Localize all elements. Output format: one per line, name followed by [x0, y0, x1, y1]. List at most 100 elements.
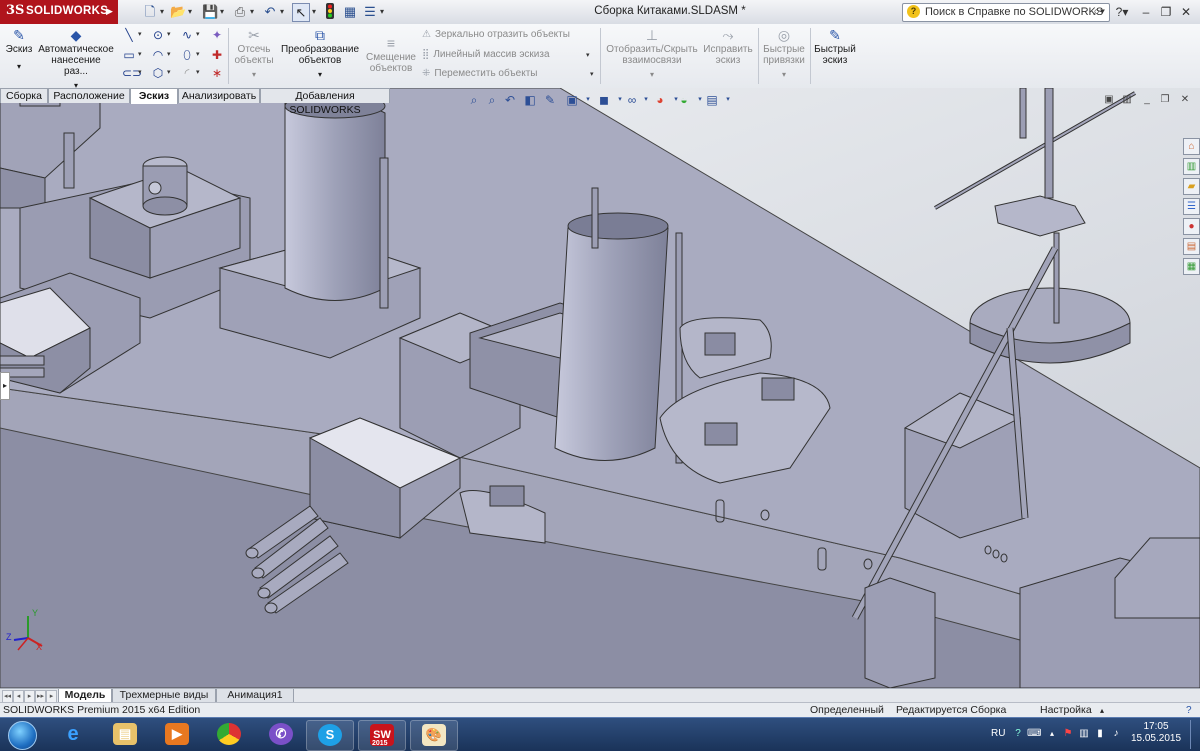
chevron-down-icon[interactable]: ▾ — [278, 3, 286, 20]
chevron-down-icon[interactable]: ▾ — [760, 69, 808, 80]
rebuild-traffic-light-icon[interactable] — [324, 3, 336, 20]
ellipse-icon[interactable]: ⬯ — [180, 48, 194, 62]
view-orientation-icon[interactable]: ▣ — [564, 92, 580, 108]
viewport-close-icon[interactable]: ✕ — [1178, 94, 1192, 106]
tab-animation[interactable]: Анимация1 — [216, 689, 294, 703]
viewport-tile-icon[interactable]: ▥ — [1120, 94, 1134, 106]
solidworks-forum-icon[interactable]: ▦ — [1183, 258, 1200, 275]
chevron-down-icon[interactable]: ▾ — [604, 69, 700, 80]
chevron-down-icon[interactable]: ▾ — [580, 92, 596, 108]
chrome-app[interactable] — [206, 720, 252, 749]
custom-properties-icon[interactable]: ▤ — [1183, 238, 1200, 255]
battery-icon[interactable]: ▮ — [1093, 727, 1107, 741]
chevron-down-icon[interactable]: ▾ — [167, 28, 175, 42]
section-view-icon[interactable]: ◧ — [522, 92, 538, 108]
quick-snaps-button[interactable]: ◎ Быстрые привязки ▾ — [760, 26, 808, 80]
viewport-minimize-icon[interactable]: ▣ — [1102, 94, 1116, 106]
chevron-down-icon[interactable]: ▾ — [196, 28, 204, 42]
view-settings-icon[interactable]: ▤ — [704, 92, 720, 108]
network-icon[interactable]: ▥ — [1077, 727, 1091, 741]
show-desktop-button[interactable] — [1190, 720, 1200, 749]
display-style-icon[interactable]: ◼ — [596, 92, 612, 108]
media-player-app[interactable]: ▶ — [154, 720, 200, 749]
point-icon[interactable]: ∗ — [210, 66, 224, 80]
convert-entities-button[interactable]: ⧉ Преобразование объектов ▾ — [280, 26, 360, 80]
help-search-input[interactable]: ? Поиск в Справке по SOLIDWORKS ⌕▾ — [902, 3, 1110, 22]
start-button[interactable] — [2, 719, 42, 750]
line-icon[interactable]: ╲ — [122, 28, 136, 42]
chevron-down-icon[interactable]: ▾ — [2, 61, 36, 72]
open-folder-icon[interactable]: 📂 — [170, 3, 186, 20]
chevron-down-icon[interactable]: ▾ — [138, 28, 146, 42]
tab-addins[interactable]: Добавления SOLIDWORKS — [260, 88, 390, 116]
tab-sketch[interactable]: Эскиз — [130, 88, 178, 104]
internet-explorer-app[interactable]: e — [50, 720, 96, 749]
offset-entities-button[interactable]: ≡ Смещение объектов — [364, 34, 418, 74]
close-button[interactable]: ✕ — [1176, 4, 1196, 20]
apply-scene-icon[interactable]: ◒ — [676, 92, 692, 108]
circle-icon[interactable]: ⊙ — [151, 28, 165, 42]
language-indicator[interactable]: RU — [991, 728, 1005, 739]
graphics-area[interactable] — [0, 88, 1200, 688]
construction-arc-icon[interactable]: ◜ — [180, 66, 194, 80]
options-icon[interactable]: ☰ — [362, 3, 378, 20]
save-icon[interactable]: 💾 — [202, 3, 218, 20]
rectangle-icon[interactable]: ▭ — [122, 48, 136, 62]
help-question-icon[interactable]: ?▾ — [1112, 4, 1132, 20]
customize-menu[interactable]: Настройка — [1040, 703, 1092, 718]
tab-assembly[interactable]: Сборка — [0, 88, 48, 103]
file-properties-icon[interactable]: ▦ — [342, 3, 358, 20]
arc-icon[interactable]: ◠ — [151, 48, 165, 62]
slot-icon[interactable]: ⊂⊃ — [122, 66, 142, 80]
search-icon[interactable]: ⌕▾ — [1093, 4, 1105, 19]
help-tray-icon[interactable]: ? — [1011, 727, 1025, 741]
print-icon[interactable]: ⎙ — [232, 3, 248, 20]
restore-button[interactable]: ❐ — [1156, 4, 1176, 20]
chevron-down-icon[interactable]: ▾ — [218, 3, 226, 20]
view-palette-icon[interactable]: ☰ — [1183, 198, 1200, 215]
help-status-icon[interactable]: ? — [1186, 703, 1192, 718]
paint-app[interactable]: 🎨 — [410, 720, 458, 751]
solidworks-menu-button[interactable]: 3S SOLIDWORKS ▶ — [0, 0, 118, 24]
action-center-icon[interactable]: ⚑ — [1061, 727, 1075, 741]
chevron-down-icon[interactable]: ▾ — [167, 48, 175, 62]
chevron-down-icon[interactable]: ▾ — [196, 48, 204, 62]
chevron-down-icon[interactable]: ▾ — [196, 66, 204, 80]
file-explorer-icon[interactable]: ▰ — [1183, 178, 1200, 195]
file-explorer-app[interactable]: ▤ — [102, 720, 148, 749]
linear-pattern-button[interactable]: ⣿ Линейный массив эскиза — [422, 49, 550, 60]
zoom-to-fit-icon[interactable]: ⌕ — [466, 92, 482, 108]
tab-layout[interactable]: Расположение — [48, 88, 130, 103]
fillet-icon[interactable]: ✚ — [210, 48, 224, 62]
viewport-minimize-window-icon[interactable]: _ — [1140, 94, 1154, 106]
chevron-down-icon[interactable]: ▾ — [280, 69, 360, 80]
viber-app[interactable]: ✆ — [258, 720, 304, 749]
chevron-down-icon[interactable]: ▾ — [138, 66, 146, 80]
trim-button[interactable]: ✂ Отсечь объекты ▾ — [230, 26, 278, 80]
chevron-down-icon[interactable]: ▾ — [186, 3, 194, 20]
home-icon[interactable]: ⌂ — [1183, 138, 1200, 155]
spline-icon[interactable]: ∿ — [180, 28, 194, 42]
select-cursor-icon[interactable]: ↖ — [292, 3, 310, 22]
new-file-icon[interactable]: 🗋 — [142, 3, 158, 20]
chevron-down-icon[interactable]: ▾ — [138, 48, 146, 62]
tab-evaluate[interactable]: Анализировать — [178, 88, 260, 103]
tab-model[interactable]: Модель — [58, 689, 112, 703]
dynamic-annotation-icon[interactable]: ✎ — [542, 92, 558, 108]
sketch-button[interactable]: ✎ Эскиз ▾ — [2, 26, 36, 72]
chevron-down-icon[interactable]: ▾ — [586, 49, 594, 63]
volume-icon[interactable]: ♪ — [1109, 727, 1123, 741]
design-library-icon[interactable]: ▥ — [1183, 158, 1200, 175]
expand-feature-tree-icon[interactable]: ▸ — [0, 372, 10, 400]
display-relations-button[interactable]: ⊥ Отобразить/Скрыть взаимосвязи ▾ — [604, 26, 700, 80]
solidworks-app[interactable]: SW 2015 — [358, 720, 406, 751]
show-hidden-icons-icon[interactable]: ▴ — [1045, 727, 1059, 741]
chevron-down-icon[interactable]: ▾ — [230, 69, 278, 80]
rapid-sketch-button[interactable]: ✎ Быстрый эскиз — [812, 26, 858, 66]
repair-sketch-button[interactable]: ⤳ Исправить эскиз — [702, 26, 754, 66]
edit-appearance-icon[interactable]: ◕ — [652, 92, 668, 108]
chevron-down-icon[interactable]: ▾ — [310, 3, 318, 20]
undo-icon[interactable]: ↶ — [262, 3, 278, 20]
viewport-restore-icon[interactable]: ❐ — [1158, 94, 1172, 106]
ship-model[interactable] — [0, 88, 1200, 688]
